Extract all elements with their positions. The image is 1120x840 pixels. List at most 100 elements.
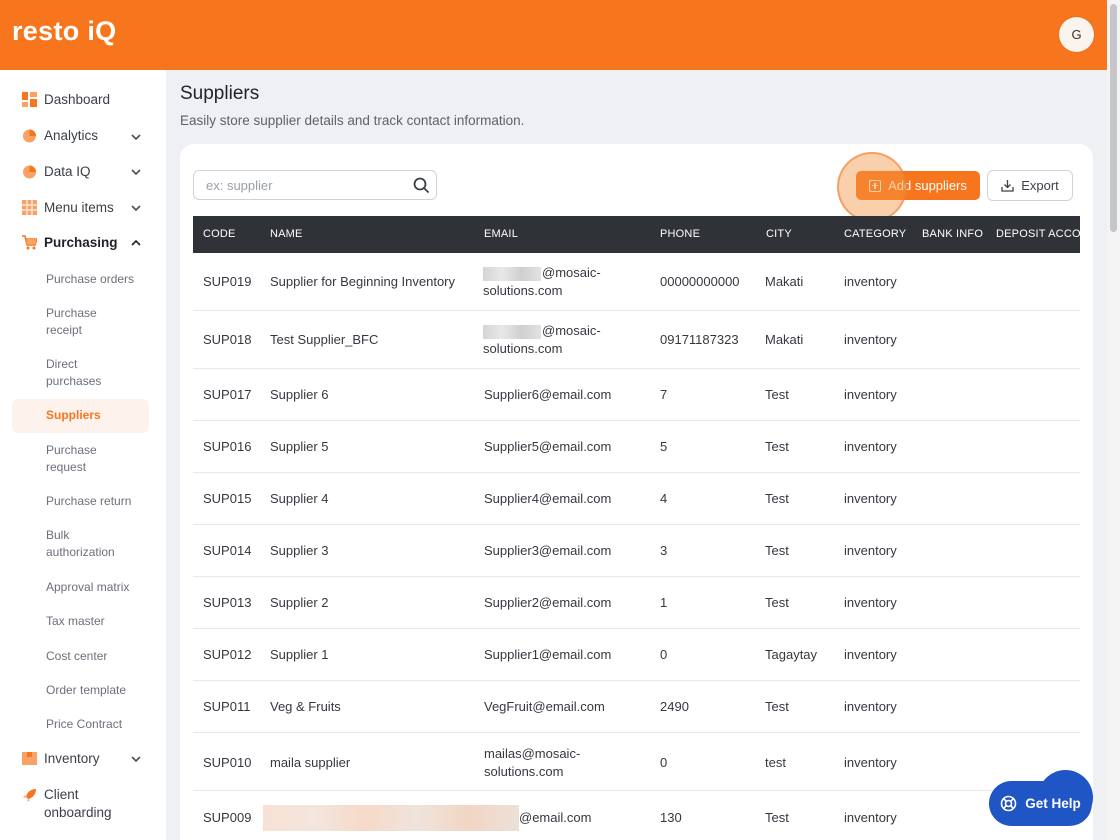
sidebar-sub-cost-center[interactable]: Cost center bbox=[46, 648, 146, 665]
sidebar-item-menu-items[interactable]: Menu items bbox=[22, 200, 114, 215]
cell-city: Test bbox=[765, 439, 789, 454]
download-icon bbox=[1001, 180, 1014, 192]
cell-email-part: solutions.com bbox=[483, 283, 563, 298]
cell-email: Supplier3@email.com bbox=[484, 543, 612, 558]
column-header-name[interactable]: NAME bbox=[270, 228, 303, 240]
column-header-deposit-account[interactable]: DEPOSIT ACCOUNT bbox=[996, 228, 1080, 240]
table-row[interactable]: SUP019 Supplier for Beginning Inventory … bbox=[193, 253, 1080, 311]
sidebar-sub-order-template[interactable]: Order template bbox=[46, 682, 146, 699]
chevron-down-icon[interactable] bbox=[129, 165, 143, 179]
cell-phone: 09171187323 bbox=[660, 332, 739, 347]
cell-email-part: @mosaic- bbox=[542, 323, 601, 338]
cart-icon bbox=[22, 235, 37, 250]
sidebar-sub-purchase-request[interactable]: Purchase request bbox=[46, 442, 116, 476]
column-header-city[interactable]: CITY bbox=[766, 228, 792, 240]
column-header-code[interactable]: CODE bbox=[203, 228, 236, 240]
table-row[interactable]: SUP013 Supplier 2 Supplier2@email.com 1 … bbox=[193, 577, 1080, 629]
column-header-email[interactable]: EMAIL bbox=[484, 228, 518, 240]
sidebar-item-data-iq[interactable]: Data IQ bbox=[22, 164, 91, 179]
sidebar-sub-suppliers[interactable]: Suppliers bbox=[46, 407, 146, 424]
cell-phone: 3 bbox=[660, 543, 668, 558]
sidebar-sub-approval-matrix[interactable]: Approval matrix bbox=[46, 579, 146, 596]
sidebar-sub-tax-master[interactable]: Tax master bbox=[46, 613, 146, 630]
sidebar-sub-purchase-return[interactable]: Purchase return bbox=[46, 493, 146, 510]
cell-phone: 7 bbox=[660, 387, 668, 402]
cell-name: Supplier 2 bbox=[270, 595, 329, 610]
get-help-button[interactable]: Get Help bbox=[989, 781, 1092, 826]
sidebar-item-dashboard[interactable]: Dashboard bbox=[22, 92, 110, 107]
box-icon bbox=[22, 752, 37, 765]
cell-category: inventory bbox=[844, 595, 897, 610]
cell-email: Supplier5@email.com bbox=[484, 439, 612, 454]
cell-email: @mosaic-solutions.com bbox=[483, 322, 633, 358]
search-input[interactable]: ex: supplier bbox=[193, 170, 437, 200]
cell-name: Supplier 3 bbox=[270, 543, 329, 558]
get-help-label: Get Help bbox=[1025, 796, 1081, 811]
cell-category: inventory bbox=[844, 543, 897, 558]
sidebar-sub-bulk-authorization[interactable]: Bulk authorization bbox=[46, 527, 128, 561]
cell-phone: 2490 bbox=[660, 699, 689, 714]
chevron-up-icon[interactable] bbox=[129, 236, 143, 250]
table-row[interactable]: SUP010 maila supplier mailas@mosaic-solu… bbox=[193, 733, 1080, 791]
cell-category: inventory bbox=[844, 387, 897, 402]
search-icon[interactable] bbox=[413, 177, 430, 194]
sidebar-item-client-onboarding[interactable]: Client onboarding bbox=[22, 786, 124, 822]
table-row[interactable]: SUP014 Supplier 3 Supplier3@email.com 3 … bbox=[193, 525, 1080, 577]
cell-city: Test bbox=[765, 699, 789, 714]
cell-email: @email.com bbox=[519, 810, 592, 825]
cell-phone: 1 bbox=[660, 595, 668, 610]
sidebar-sub-direct-purchases[interactable]: Direct purchases bbox=[46, 356, 116, 390]
chevron-down-icon[interactable] bbox=[129, 752, 143, 766]
redacted-block bbox=[483, 324, 541, 339]
column-header-category[interactable]: CATEGORY bbox=[844, 228, 906, 240]
chevron-down-icon[interactable] bbox=[129, 201, 143, 215]
page-subtitle: Easily store supplier details and track … bbox=[180, 113, 525, 128]
sidebar-sub-purchase-receipt[interactable]: Purchase receipt bbox=[46, 305, 116, 339]
cell-category: inventory bbox=[844, 755, 897, 770]
table-row[interactable]: SUP017 Supplier 6 Supplier6@email.com 7 … bbox=[193, 369, 1080, 421]
cell-category: inventory bbox=[844, 491, 897, 506]
table-row[interactable]: SUP012 Supplier 1 Supplier1@email.com 0 … bbox=[193, 629, 1080, 681]
cell-email-part: @mosaic- bbox=[542, 265, 601, 280]
sidebar-item-inventory[interactable]: Inventory bbox=[22, 751, 100, 766]
user-avatar[interactable]: G bbox=[1059, 17, 1094, 52]
sidebar-sub-price-contract[interactable]: Price Contract bbox=[46, 716, 146, 733]
export-button[interactable]: Export bbox=[987, 170, 1073, 201]
column-header-phone[interactable]: PHONE bbox=[660, 228, 700, 240]
search-placeholder: ex: supplier bbox=[206, 178, 273, 193]
table-row[interactable]: SUP009 @email.com 130 Test inventory bbox=[193, 791, 1080, 840]
cell-phone: 4 bbox=[660, 491, 668, 506]
cell-email: mailas@mosaic-solutions.com bbox=[484, 745, 634, 781]
sidebar-label-dashboard: Dashboard bbox=[44, 92, 111, 107]
cell-category: inventory bbox=[844, 810, 897, 825]
table-row[interactable]: SUP011 Veg & Fruits VegFruit@email.com 2… bbox=[193, 681, 1080, 733]
sidebar-item-analytics[interactable]: Analytics bbox=[22, 128, 98, 143]
app-logo[interactable]: resto iQ bbox=[12, 16, 116, 47]
cell-code: SUP013 bbox=[203, 595, 252, 610]
sidebar-label-purchasing: Purchasing bbox=[44, 235, 118, 250]
cell-name: maila supplier bbox=[270, 755, 351, 770]
cell-city: Test bbox=[765, 810, 789, 825]
page-scrollbar-thumb[interactable] bbox=[1110, 4, 1117, 232]
redacted-block bbox=[483, 266, 541, 281]
cell-phone: 0 bbox=[660, 647, 668, 662]
cell-category: inventory bbox=[844, 699, 897, 714]
cell-city: Test bbox=[765, 491, 789, 506]
cell-phone: 00000000000 bbox=[660, 274, 740, 289]
cell-name: Supplier 6 bbox=[270, 387, 329, 402]
cell-email: Supplier4@email.com bbox=[484, 491, 612, 506]
sidebar-item-purchasing[interactable]: Purchasing bbox=[22, 235, 118, 250]
cell-city: Tagaytay bbox=[765, 647, 818, 662]
cell-email: Supplier1@email.com bbox=[484, 647, 612, 662]
cell-city: Test bbox=[765, 595, 789, 610]
column-header-bank-info[interactable]: BANK INFO bbox=[922, 228, 983, 240]
chevron-down-icon[interactable] bbox=[129, 130, 143, 144]
sidebar-label-data-iq: Data IQ bbox=[44, 164, 91, 179]
table-row[interactable]: SUP016 Supplier 5 Supplier5@email.com 5 … bbox=[193, 421, 1080, 473]
cell-phone: 130 bbox=[660, 810, 682, 825]
sidebar-label-menu-items: Menu items bbox=[44, 200, 114, 215]
table-row[interactable]: SUP015 Supplier 4 Supplier4@email.com 4 … bbox=[193, 473, 1080, 525]
table-row[interactable]: SUP018 Test Supplier_BFC @mosaic-solutio… bbox=[193, 311, 1080, 369]
cell-category: inventory bbox=[844, 647, 897, 662]
sidebar-sub-purchase-orders[interactable]: Purchase orders bbox=[46, 271, 146, 288]
